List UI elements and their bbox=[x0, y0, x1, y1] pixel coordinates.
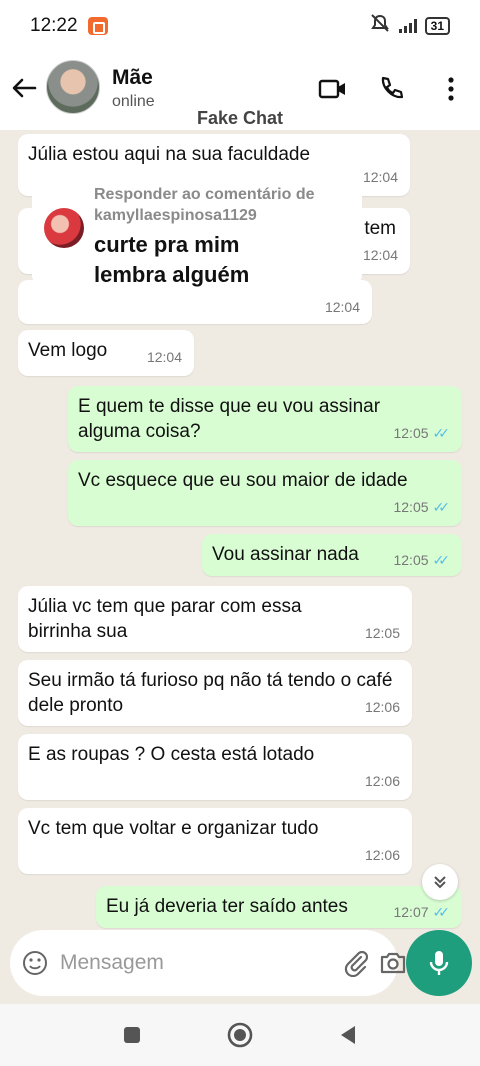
reply-body-line: curte pra mim bbox=[94, 232, 240, 257]
message-time: 12:06 bbox=[364, 699, 400, 715]
reply-body: curte pra mim lembra alguém bbox=[94, 230, 249, 290]
double-chevron-down-icon bbox=[434, 876, 446, 889]
message-bubble[interactable]: Vc esquece que eu sou maior de idade 12:… bbox=[68, 460, 462, 526]
read-ticks-icon: ✓✓ bbox=[432, 499, 451, 515]
screen-record-icon bbox=[87, 17, 108, 35]
reply-body-line: lembra alguém bbox=[94, 262, 250, 287]
message-time: 12:04 bbox=[362, 247, 398, 263]
kebab-menu-icon bbox=[448, 77, 454, 101]
signal-icon bbox=[398, 19, 417, 33]
camera-button[interactable] bbox=[379, 946, 407, 980]
message-text: Seu irmão tá furioso pq não tá tendo o c… bbox=[28, 670, 393, 716]
message-bubble[interactable]: E as roupas ? O cesta está lotado 12:06 bbox=[18, 734, 412, 800]
message-bubble[interactable]: Vem logo 12:04 bbox=[18, 330, 194, 376]
system-nav-bar bbox=[0, 1004, 480, 1066]
paperclip-icon bbox=[344, 950, 369, 977]
home-button[interactable] bbox=[226, 1021, 254, 1049]
recents-button[interactable] bbox=[118, 1021, 146, 1049]
read-ticks-icon: ✓✓ bbox=[432, 425, 451, 441]
message-text: Vc esquece que eu sou maior de idade bbox=[78, 470, 408, 491]
message-time: 12:07 ✓✓ bbox=[393, 900, 450, 925]
message-bubble[interactable]: Vc tem que voltar e organizar tudo 12:06 bbox=[18, 808, 412, 874]
watermark-subtitle: Fake Chat bbox=[196, 108, 284, 128]
message-time: 12:04 bbox=[324, 299, 360, 315]
message-text: E quem te disse que eu vou assinar algum… bbox=[78, 396, 381, 442]
status-time: 12:22 bbox=[30, 15, 78, 36]
message-text: Júlia vc tem que parar com essa birrinha… bbox=[28, 596, 302, 642]
status-bar: 12:22 31 bbox=[0, 0, 480, 52]
video-call-button[interactable] bbox=[318, 74, 348, 104]
comment-reply-overlay: Responder ao comentário de kamyllaespino… bbox=[32, 178, 362, 287]
home-circle-icon bbox=[227, 1022, 253, 1048]
back-button[interactable] bbox=[8, 72, 40, 104]
message-input[interactable] bbox=[60, 951, 331, 975]
message-time: 12:04 bbox=[362, 169, 398, 185]
arrow-left-icon bbox=[12, 78, 37, 98]
phone-icon bbox=[381, 76, 404, 99]
commenter-avatar bbox=[44, 208, 84, 248]
microphone-icon bbox=[429, 951, 449, 975]
contact-avatar[interactable] bbox=[46, 60, 100, 114]
status-icons: 31 bbox=[369, 13, 450, 39]
triangle-back-icon bbox=[341, 1026, 355, 1044]
reply-username: kamyllaespinosa1129 bbox=[94, 207, 257, 224]
voice-call-button[interactable] bbox=[376, 74, 406, 104]
emoji-icon bbox=[23, 951, 47, 975]
message-bubble[interactable]: Seu irmão tá furioso pq não tá tendo o c… bbox=[18, 660, 412, 726]
message-bubble[interactable]: E quem te disse que eu vou assinar algum… bbox=[68, 386, 462, 452]
contact-name[interactable]: Mãe bbox=[112, 66, 153, 90]
message-time: 12:04 bbox=[146, 349, 182, 365]
message-text: Júlia estou aqui na sua faculdade bbox=[28, 144, 311, 165]
square-icon bbox=[124, 1027, 140, 1043]
message-bubble[interactable]: Vou assinar nada 12:05 ✓✓ bbox=[202, 534, 462, 576]
chat-area[interactable]: Júlia estou aqui na sua faculdade 12:04 … bbox=[0, 130, 480, 930]
message-time: 12:06 bbox=[364, 773, 400, 789]
reply-header: Responder ao comentário de kamyllaespino… bbox=[94, 184, 354, 226]
read-ticks-icon: ✓✓ bbox=[432, 552, 451, 568]
more-options-button[interactable] bbox=[436, 74, 466, 104]
message-time: 12:05 ✓✓ bbox=[393, 548, 450, 573]
battery-icon: 31 bbox=[424, 17, 450, 35]
chat-header: Mãe online Fake Chat bbox=[0, 52, 480, 130]
message-bubble[interactable]: Júlia vc tem que parar com essa birrinha… bbox=[18, 586, 412, 652]
message-composer bbox=[10, 930, 406, 996]
mute-icon bbox=[369, 13, 391, 39]
message-text: E as roupas ? O cesta está lotado bbox=[28, 744, 315, 765]
reply-header-line: Responder ao comentário de bbox=[94, 186, 315, 203]
voice-message-button[interactable] bbox=[406, 930, 472, 996]
message-time: 12:05 ✓✓ bbox=[393, 421, 450, 446]
emoji-button[interactable] bbox=[22, 948, 48, 978]
read-ticks-icon: ✓✓ bbox=[432, 904, 451, 920]
message-time: 12:06 bbox=[364, 847, 400, 863]
message-time: 12:05 ✓✓ bbox=[393, 495, 450, 520]
scroll-to-bottom-button[interactable] bbox=[422, 864, 458, 900]
message-time: 12:05 bbox=[364, 625, 400, 641]
camera-icon bbox=[380, 952, 406, 974]
video-camera-icon bbox=[318, 79, 345, 99]
attach-button[interactable] bbox=[341, 946, 369, 980]
message-text: Vc tem que voltar e organizar tudo bbox=[28, 818, 319, 839]
back-nav-button[interactable] bbox=[334, 1021, 362, 1049]
message-bubble[interactable]: Eu já deveria ter saído antes 12:07 ✓✓ bbox=[96, 886, 462, 928]
